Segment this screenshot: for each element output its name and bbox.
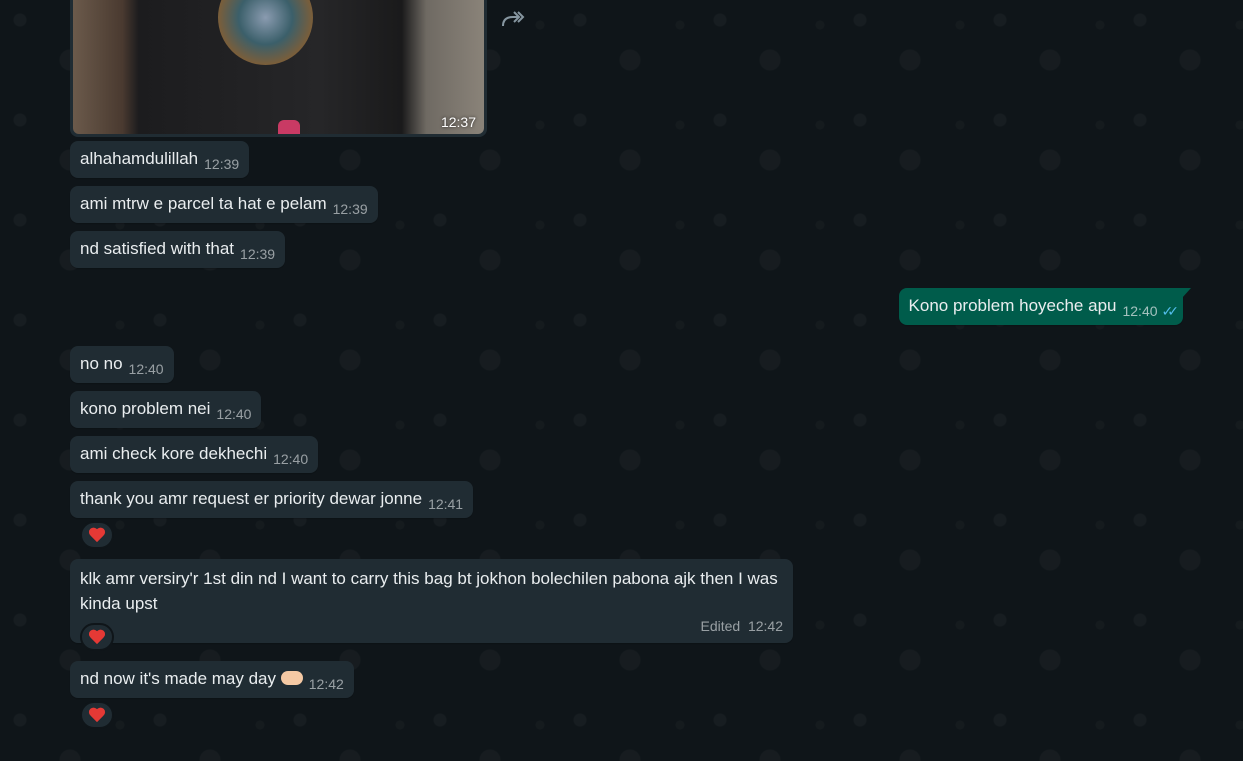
message-bubble[interactable]: thank you amr request er priority dewar … <box>70 481 474 518</box>
message-text: kono problem nei <box>80 399 211 418</box>
message-text: Kono problem hoyeche apu <box>908 296 1117 315</box>
double-check-read-icon: ✓✓ <box>1161 303 1180 319</box>
reaction-badge[interactable] <box>80 701 114 729</box>
message-time: 12:41 <box>428 496 464 512</box>
red-heart-icon <box>89 528 105 543</box>
message-time: 12:37 <box>440 114 476 130</box>
bubble-tail <box>1182 288 1191 298</box>
message-text: no no <box>80 354 123 373</box>
bag-emblem <box>218 0 313 65</box>
edited-label: Edited <box>700 618 741 634</box>
message-bubble[interactable]: ami mtrw e parcel ta hat e pelam 12:39 <box>70 186 378 223</box>
message-text: ami check kore dekhechi <box>80 444 268 463</box>
message-bubble[interactable]: no no 12:40 <box>70 346 174 383</box>
reaction-badge[interactable] <box>80 521 114 549</box>
message-bubble[interactable]: kono problem nei 12:40 <box>70 391 262 428</box>
message-text: alhahamdulillah <box>80 149 199 168</box>
message-time: 12:40 <box>1122 303 1158 319</box>
message-bubble[interactable]: klk amr versiry'r 1st din nd I want to c… <box>70 559 793 643</box>
message-time: 12:39 <box>332 201 368 217</box>
heart-hands-emoji-icon <box>280 671 303 685</box>
message-time: 12:42 <box>747 618 783 634</box>
red-heart-icon <box>89 630 105 645</box>
message-time: 12:42 <box>308 676 344 692</box>
message-text: klk amr versiry'r 1st din nd I want to c… <box>80 569 778 613</box>
message-bubble[interactable]: nd now it's made may day 12:42 <box>70 661 354 698</box>
outgoing-message-bubble[interactable]: Kono problem hoyeche apu 12:40 ✓✓ <box>898 288 1183 325</box>
message-bubble[interactable]: ami check kore dekhechi 12:40 <box>70 436 319 473</box>
message-time: 12:40 <box>273 451 309 467</box>
reaction-badge[interactable] <box>80 623 114 651</box>
bag-strap <box>278 120 300 134</box>
message-time: 12:39 <box>240 246 276 262</box>
forward-icon[interactable] <box>500 8 526 30</box>
message-text: thank you amr request er priority dewar … <box>80 489 423 508</box>
message-bubble[interactable]: nd satisfied with that 12:39 <box>70 231 286 268</box>
message-bubble[interactable]: alhahamdulillah 12:39 <box>70 141 250 178</box>
red-heart-icon <box>89 708 105 723</box>
message-text: nd satisfied with that <box>80 239 235 258</box>
message-text: ami mtrw e parcel ta hat e pelam <box>80 194 327 213</box>
message-time: 12:39 <box>204 156 240 172</box>
message-text: nd now it's made may day <box>80 669 277 688</box>
message-time: 12:40 <box>216 406 252 422</box>
message-time: 12:40 <box>128 361 164 377</box>
image-message[interactable]: 12:37 <box>70 0 487 137</box>
bag-photo[interactable]: 12:37 <box>73 0 484 134</box>
